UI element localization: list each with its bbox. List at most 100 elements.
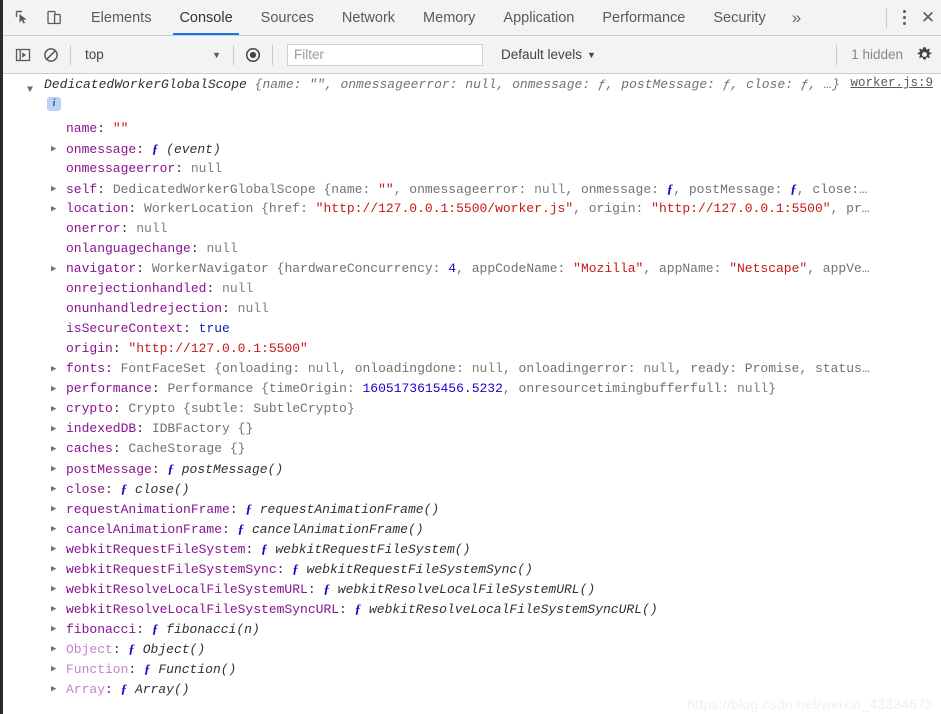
log-levels-dropdown[interactable]: Default levels ▼ <box>501 47 596 62</box>
property-row[interactable]: onerror: null <box>3 219 941 239</box>
tab-console[interactable]: Console <box>165 0 246 35</box>
property-row[interactable]: ▶ Array: ƒ Array() <box>3 679 941 699</box>
property-row[interactable]: ▶ performance: Performance {timeOrigin: 1… <box>3 379 941 399</box>
property-row[interactable]: ▶ indexedDB: IDBFactory {} <box>3 419 941 439</box>
expand-triangle-icon[interactable]: ▶ <box>51 179 56 199</box>
filter-input[interactable] <box>287 43 483 66</box>
property-value: ƒ Function() <box>144 661 237 677</box>
property-row[interactable]: ▶ cancelAnimationFrame: ƒ cancelAnimation… <box>3 519 941 539</box>
tab-sources[interactable]: Sources <box>247 0 328 35</box>
property-key: Array <box>66 682 106 697</box>
source-link[interactable]: worker.js:9 <box>850 76 933 90</box>
expand-triangle-icon[interactable]: ▶ <box>51 359 56 379</box>
tab-performance[interactable]: Performance <box>588 0 699 35</box>
tab-memory[interactable]: Memory <box>409 0 489 35</box>
property-colon: : <box>206 281 223 296</box>
inspect-element-icon[interactable] <box>11 7 33 29</box>
property-row[interactable]: ▶ close: ƒ close() <box>3 479 941 499</box>
object-preview: {name: "", onmessageerror: null, onmessa… <box>246 77 840 92</box>
tab-network[interactable]: Network <box>328 0 409 35</box>
filterbar-right-controls: 1 hidden <box>832 44 935 66</box>
expand-triangle-icon[interactable]: ▶ <box>51 439 56 459</box>
expand-triangle-icon[interactable]: ▶ <box>51 519 56 539</box>
property-value: ƒ webkitRequestFileSystem() <box>261 541 471 557</box>
expand-triangle-icon[interactable]: ▶ <box>51 539 56 559</box>
console-message-area[interactable]: ▼ DedicatedWorkerGlobalScope {name: "", … <box>3 74 941 714</box>
expand-triangle-icon[interactable]: ▶ <box>51 459 56 479</box>
device-toolbar-icon[interactable] <box>43 7 65 29</box>
settings-gear-icon[interactable] <box>913 44 935 66</box>
clear-console-icon[interactable] <box>38 42 64 68</box>
expand-triangle-icon[interactable]: ▶ <box>51 559 56 579</box>
expand-triangle-icon[interactable]: ▶ <box>51 679 56 699</box>
property-row[interactable]: ▶ Function: ƒ Function() <box>3 659 941 679</box>
property-key: postMessage <box>66 462 152 477</box>
property-colon: : <box>190 241 207 256</box>
property-value: ƒ Object() <box>128 641 206 657</box>
property-row[interactable]: ▶ fibonacci: ƒ fibonacci(n) <box>3 619 941 639</box>
expand-triangle-icon[interactable]: ▶ <box>51 659 56 679</box>
object-header-row[interactable]: ▼ DedicatedWorkerGlobalScope {name: "", … <box>3 74 941 96</box>
property-colon: : <box>112 642 129 657</box>
expand-triangle-icon[interactable]: ▼ <box>27 86 33 96</box>
close-devtools-icon[interactable]: ✕ <box>917 3 941 33</box>
expand-triangle-icon[interactable]: ▶ <box>51 579 56 599</box>
more-tabs-chevron-icon[interactable]: » <box>780 0 813 35</box>
property-colon: : <box>307 582 324 597</box>
property-row[interactable]: onlanguagechange: null <box>3 239 941 259</box>
expand-triangle-icon[interactable]: ▶ <box>51 499 56 519</box>
property-row[interactable]: ▶ fonts: FontFaceSet {onloading: null, on… <box>3 359 941 379</box>
property-colon: : <box>97 182 113 197</box>
property-value: ƒ cancelAnimationFrame() <box>237 521 424 537</box>
property-value: WorkerLocation {href: "http://127.0.0.1:… <box>144 201 870 216</box>
expand-triangle-icon[interactable]: ▶ <box>51 479 56 499</box>
property-row[interactable]: ▶ postMessage: ƒ postMessage() <box>3 459 941 479</box>
property-key: webkitRequestFileSystem <box>66 542 246 557</box>
property-row[interactable]: ▶ onmessage: ƒ (event) <box>3 139 941 159</box>
tabbar-tool-icons <box>3 0 71 35</box>
property-key: cancelAnimationFrame <box>66 522 223 537</box>
property-row[interactable]: ▶ crypto: Crypto {subtle: SubtleCrypto} <box>3 399 941 419</box>
expand-triangle-icon[interactable]: ▶ <box>51 199 56 219</box>
property-row[interactable]: ▶ requestAnimationFrame: ƒ requestAnimati… <box>3 499 941 519</box>
property-key: webkitRequestFileSystemSync <box>66 562 277 577</box>
property-row[interactable]: ▶ navigator: WorkerNavigator {hardwareCon… <box>3 259 941 279</box>
property-row[interactable]: onmessageerror: null <box>3 159 941 179</box>
console-sidebar-icon[interactable] <box>10 42 36 68</box>
property-row[interactable]: origin: "http://127.0.0.1:5500" <box>3 339 941 359</box>
property-row[interactable]: ▶ self: DedicatedWorkerGlobalScope {name:… <box>3 179 941 199</box>
expand-triangle-icon[interactable]: ▶ <box>51 639 56 659</box>
expand-triangle-icon[interactable]: ▶ <box>51 379 56 399</box>
expand-triangle-icon[interactable]: ▶ <box>51 139 56 159</box>
live-expression-icon[interactable] <box>240 42 266 68</box>
tab-elements[interactable]: Elements <box>77 0 165 35</box>
property-row[interactable]: ▶ location: WorkerLocation {href: "http:/… <box>3 199 941 219</box>
expand-triangle-icon[interactable]: ▶ <box>51 619 56 639</box>
expand-triangle-icon[interactable]: ▶ <box>51 419 56 439</box>
property-row[interactable]: name: "" <box>3 119 941 139</box>
property-key: crypto <box>66 401 113 416</box>
property-row[interactable]: onrejectionhandled: null <box>3 279 941 299</box>
expand-triangle-icon[interactable]: ▶ <box>51 599 56 619</box>
tabbar-right-controls: ✕ <box>882 0 941 35</box>
tab-security[interactable]: Security <box>699 0 779 35</box>
more-options-kebab-icon[interactable] <box>891 3 917 33</box>
property-row[interactable]: ▶ webkitResolveLocalFileSystemURL: ƒ webk… <box>3 579 941 599</box>
property-colon: : <box>105 361 121 376</box>
chevron-down-icon: ▼ <box>587 49 596 60</box>
property-row[interactable]: isSecureContext: true <box>3 319 941 339</box>
property-row[interactable]: ▶ caches: CacheStorage {} <box>3 439 941 459</box>
property-row[interactable]: ▶ webkitRequestFileSystem: ƒ webkitReques… <box>3 539 941 559</box>
property-row[interactable]: onunhandledrejection: null <box>3 299 941 319</box>
tabbar-divider <box>886 7 887 28</box>
property-colon: : <box>222 301 238 316</box>
property-row[interactable]: ▶ webkitRequestFileSystemSync: ƒ webkitRe… <box>3 559 941 579</box>
hidden-messages-count[interactable]: 1 hidden <box>845 47 909 62</box>
property-row[interactable]: ▶ Object: ƒ Object() <box>3 639 941 659</box>
filterbar-divider-1 <box>70 44 71 65</box>
expand-triangle-icon[interactable]: ▶ <box>51 399 56 419</box>
expand-triangle-icon[interactable]: ▶ <box>51 259 56 279</box>
tab-application[interactable]: Application <box>489 0 588 35</box>
property-row[interactable]: ▶ webkitResolveLocalFileSystemSyncURL: ƒ … <box>3 599 941 619</box>
execution-context-selector[interactable]: top ▼ <box>77 42 227 68</box>
